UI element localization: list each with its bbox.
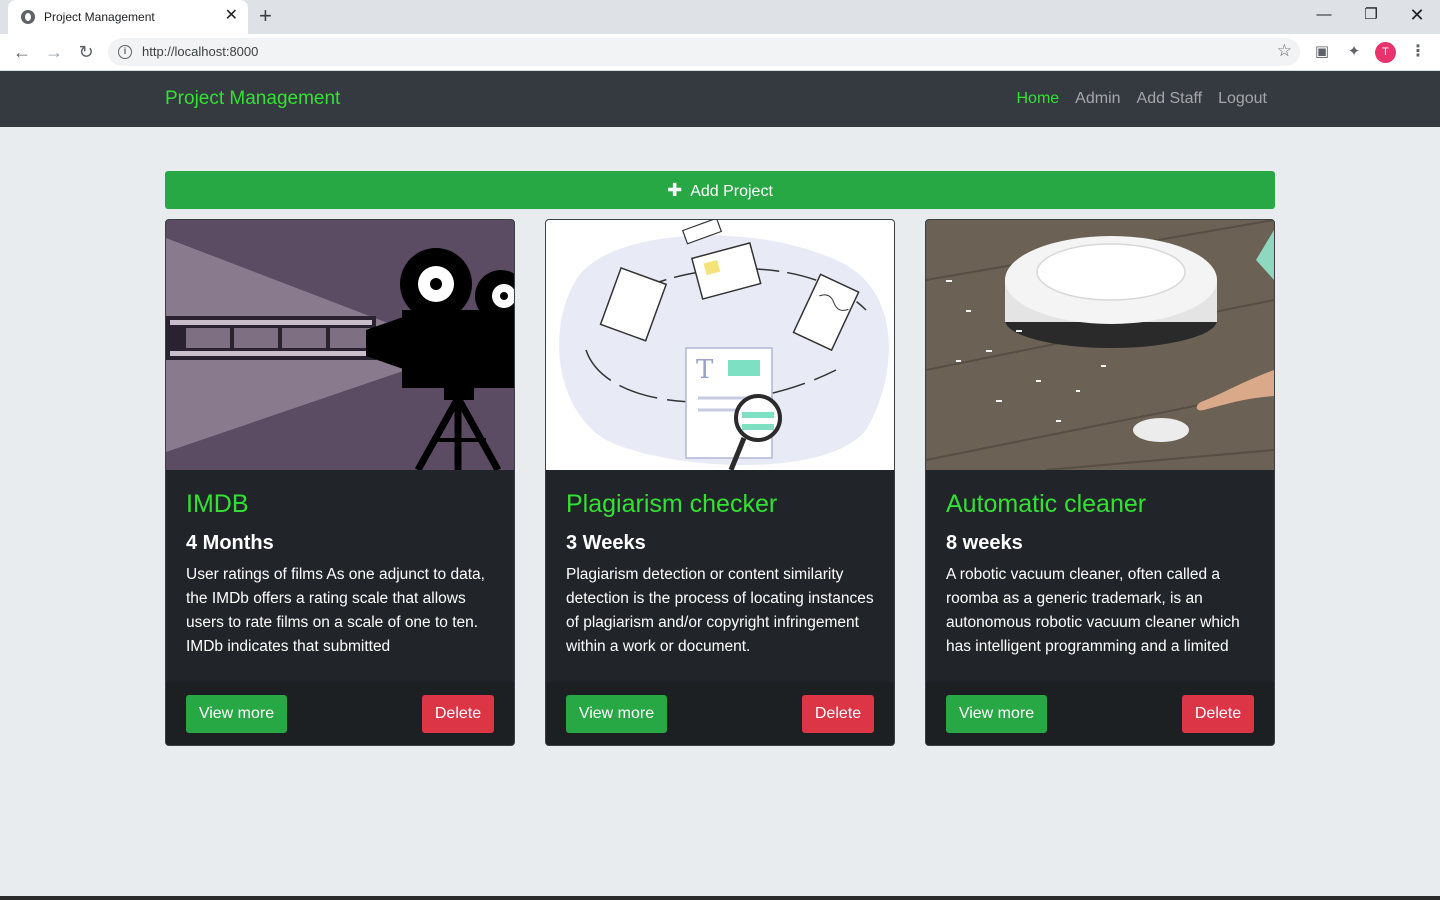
project-card: IMDB 4 Months User ratings of films As o… xyxy=(165,219,515,746)
url-text[interactable]: http://localhost:8000 xyxy=(142,44,258,59)
card-footer: View more Delete xyxy=(926,682,1274,745)
new-tab-button[interactable]: + xyxy=(259,4,272,28)
taskbar-edge xyxy=(0,896,1440,900)
forward-arrow-icon[interactable]: → xyxy=(42,40,66,64)
svg-text:T: T xyxy=(696,355,714,385)
bookmark-star-icon[interactable]: ☆ xyxy=(1277,41,1292,61)
window-close-button[interactable]: ✕ xyxy=(1397,4,1437,26)
view-more-button[interactable]: View more xyxy=(566,695,667,733)
back-arrow-icon[interactable]: ← xyxy=(10,40,34,64)
tab-close-icon[interactable]: ✕ xyxy=(225,7,238,25)
tab-title: Project Management xyxy=(44,10,155,24)
cast-icon[interactable]: ▣ xyxy=(1311,41,1333,63)
card-duration: 3 Weeks xyxy=(566,532,646,554)
card-title: IMDB xyxy=(186,490,249,518)
reload-icon[interactable]: ↻ xyxy=(74,40,98,64)
project-card: T Plagiarism checker 3 Weeks Plagiarism … xyxy=(545,219,895,746)
delete-button[interactable]: Delete xyxy=(1182,695,1254,733)
globe-icon xyxy=(21,10,35,24)
project-image-robot-vacuum xyxy=(926,220,1274,470)
card-description: A robotic vacuum cleaner, often called a… xyxy=(946,566,1240,655)
address-bar[interactable]: i http://localhost:8000 ☆ xyxy=(108,38,1300,66)
extensions-puzzle-icon[interactable]: ✦ xyxy=(1343,41,1365,63)
app-navbar: Project Management Home Admin Add Staff … xyxy=(0,71,1440,127)
browser-tab[interactable]: Project Management ✕ xyxy=(8,0,248,34)
card-title: Automatic cleaner xyxy=(946,490,1147,518)
info-icon[interactable]: i xyxy=(118,45,132,59)
add-project-button[interactable]: ✚ Add Project xyxy=(165,171,1275,209)
project-image-film-camera xyxy=(166,220,514,470)
delete-button[interactable]: Delete xyxy=(422,695,494,733)
project-image-documents: T xyxy=(546,220,894,470)
nav-link-logout[interactable]: Logout xyxy=(1218,90,1267,108)
browser-tabstrip: Project Management ✕ + — ❐ ✕ xyxy=(0,0,1440,34)
card-duration: 4 Months xyxy=(186,532,274,554)
card-description: Plagiarism detection or content similari… xyxy=(566,566,874,655)
view-more-button[interactable]: View more xyxy=(946,695,1047,733)
window-restore-button[interactable]: ❐ xyxy=(1351,4,1391,26)
kebab-menu-icon[interactable]: ⋮ xyxy=(1408,41,1428,63)
card-title: Plagiarism checker xyxy=(566,490,778,518)
card-footer: View more Delete xyxy=(166,682,514,745)
plus-icon: ✚ xyxy=(667,180,683,200)
nav-links: Home Admin Add Staff Logout xyxy=(1016,90,1267,108)
profile-avatar[interactable]: T xyxy=(1375,42,1396,63)
browser-toolbar: ← → ↻ i http://localhost:8000 ☆ ▣ ✦ T ⋮ xyxy=(0,34,1440,71)
nav-link-admin[interactable]: Admin xyxy=(1075,90,1120,108)
add-project-label: Add Project xyxy=(690,183,773,200)
nav-link-home[interactable]: Home xyxy=(1016,90,1059,108)
view-more-button[interactable]: View more xyxy=(186,695,287,733)
brand-link[interactable]: Project Management xyxy=(165,88,340,110)
card-footer: View more Delete xyxy=(546,682,894,745)
window-minimize-button[interactable]: — xyxy=(1304,4,1344,26)
delete-button[interactable]: Delete xyxy=(802,695,874,733)
project-card: Automatic cleaner 8 weeks A robotic vacu… xyxy=(925,219,1275,746)
nav-link-add-staff[interactable]: Add Staff xyxy=(1137,90,1203,108)
card-duration: 8 weeks xyxy=(946,532,1023,554)
card-description: User ratings of films As one adjunct to … xyxy=(186,566,485,655)
